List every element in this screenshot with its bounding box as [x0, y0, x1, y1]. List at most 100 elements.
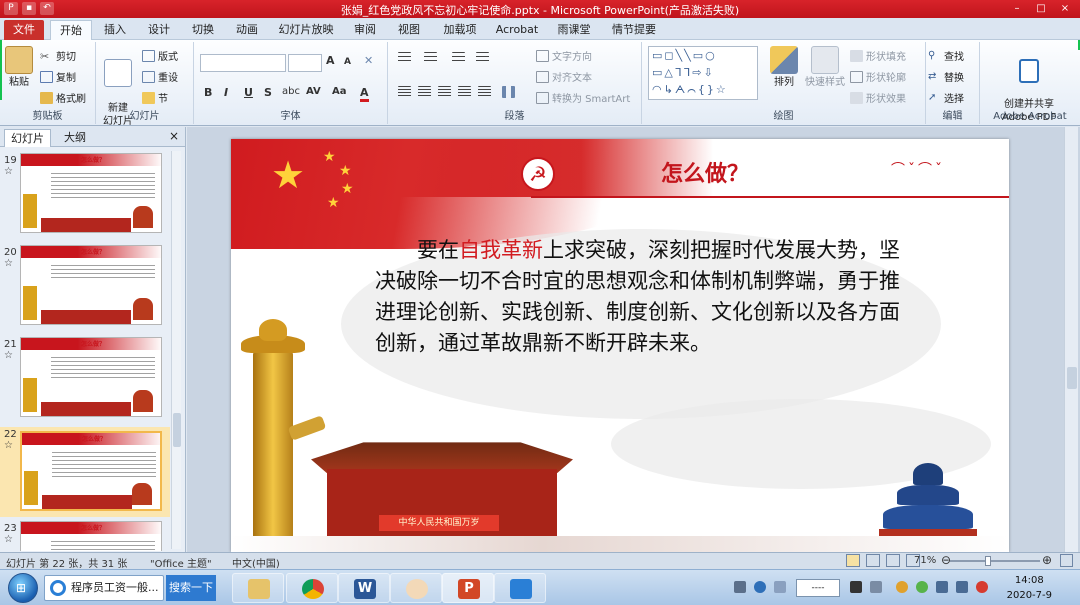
align-text-button[interactable]: 对齐文本: [536, 69, 592, 84]
taskbar-meeting-app[interactable]: [494, 573, 546, 603]
columns-button[interactable]: [502, 86, 515, 98]
device-icon[interactable]: [850, 581, 862, 593]
quick-styles-button[interactable]: 快速样式: [802, 46, 848, 89]
layout-button[interactable]: 版式: [142, 48, 178, 63]
paste-button[interactable]: 粘贴: [4, 46, 34, 89]
slide-sorter-icon[interactable]: [866, 554, 880, 567]
clock[interactable]: 14:08 2020-7-9: [1007, 573, 1052, 603]
grow-font-button[interactable]: A: [326, 54, 335, 67]
line-spacing-button[interactable]: [476, 52, 489, 64]
close-icon[interactable]: ×: [169, 129, 179, 143]
input-indicator[interactable]: ----: [796, 579, 840, 597]
tab-insert[interactable]: 插入: [98, 20, 132, 40]
slide-thumbnail-selected[interactable]: 22 ☆ 怎么做？: [0, 427, 170, 517]
tab-animations[interactable]: 动画: [230, 20, 264, 40]
tab-outline[interactable]: 大纲: [58, 129, 92, 147]
clear-format-button[interactable]: ✕: [364, 54, 373, 67]
font-size-select[interactable]: [288, 54, 322, 72]
taskbar-user-app[interactable]: [390, 573, 442, 603]
font-color-button[interactable]: A: [360, 86, 369, 102]
find-button[interactable]: ⚲ 查找: [928, 48, 964, 64]
tab-review[interactable]: 审阅: [348, 20, 382, 40]
select-button[interactable]: ➚ 选择: [928, 90, 964, 106]
scrollbar-thumb[interactable]: [1067, 367, 1077, 389]
strikethrough-button[interactable]: S: [264, 86, 272, 99]
search-button[interactable]: 搜索一下: [166, 575, 216, 601]
bullets-button[interactable]: [398, 52, 411, 64]
volume-icon[interactable]: [956, 581, 968, 593]
bold-button[interactable]: B: [204, 86, 212, 99]
text-direction-button[interactable]: 文字方向: [536, 48, 592, 63]
shapes-gallery[interactable]: ▭◻╲╲▭○ ▭△ᒣᒣ⇨⇩ ◠↳ᗅ⌒{}☆: [648, 46, 758, 100]
slide-scrollbar[interactable]: [1064, 127, 1078, 552]
slide-thumbnail[interactable]: 23 ☆ 怎么做？: [0, 521, 170, 551]
align-left-button[interactable]: [398, 86, 411, 98]
tab-storyboarding[interactable]: 情节提要: [608, 20, 660, 40]
zoom-slider-handle[interactable]: [985, 556, 991, 566]
arrange-button[interactable]: 排列: [766, 46, 802, 89]
fit-to-window-icon[interactable]: [1060, 554, 1073, 567]
cut-button[interactable]: ✂ 剪切: [40, 48, 76, 64]
notification-icon[interactable]: [976, 581, 988, 593]
help-icon[interactable]: [754, 581, 766, 593]
underline-button[interactable]: U: [244, 86, 253, 99]
tab-acrobat[interactable]: Acrobat: [492, 20, 542, 40]
keyboard-icon[interactable]: [734, 581, 746, 593]
smartart-button[interactable]: 转换为 SmartArt: [536, 90, 630, 105]
distribute-button[interactable]: [478, 86, 491, 98]
monitor-icon[interactable]: [870, 581, 882, 593]
ie-search-box[interactable]: 程序员工资一般...: [44, 575, 164, 601]
shrink-font-button[interactable]: A: [344, 57, 351, 67]
taskbar-word[interactable]: W: [338, 573, 390, 603]
copy-button[interactable]: 复制: [40, 69, 76, 84]
shape-fill-button[interactable]: 形状填充: [850, 48, 906, 63]
slide-thumbnail[interactable]: 21 ☆ 怎么做？: [0, 337, 170, 425]
tab-slideshow[interactable]: 幻灯片放映: [276, 20, 336, 40]
normal-view-icon[interactable]: [846, 554, 860, 567]
reading-view-icon[interactable]: [886, 554, 900, 567]
slide-thumbnail[interactable]: 19 ☆ 怎么做？: [0, 153, 170, 241]
security-icon[interactable]: [916, 581, 928, 593]
align-right-button[interactable]: [438, 86, 451, 98]
slide-thumbnail[interactable]: 20 ☆ 怎么做？: [0, 245, 170, 333]
tab-transitions[interactable]: 切换: [186, 20, 220, 40]
tray-expand-icon[interactable]: [774, 581, 786, 593]
char-spacing-button[interactable]: AV: [306, 86, 321, 97]
zoom-in-icon[interactable]: ⊕: [1042, 553, 1052, 567]
shape-effects-button[interactable]: 形状效果: [850, 90, 906, 105]
tab-home[interactable]: 开始: [50, 20, 92, 40]
format-painter-button[interactable]: 格式刷: [40, 90, 86, 105]
tab-design[interactable]: 设计: [142, 20, 176, 40]
tab-addins[interactable]: 加载项: [438, 20, 482, 40]
tab-file[interactable]: 文件: [4, 20, 44, 40]
slides-pane-scrollbar[interactable]: [171, 151, 181, 549]
network-icon[interactable]: [936, 581, 948, 593]
slide-body-text[interactable]: 要在自我革新上求突破，深刻把握时代发展大势，坚决破除一切不合时宜的思想观念和体制…: [375, 235, 915, 359]
justify-button[interactable]: [458, 86, 471, 98]
align-center-button[interactable]: [418, 86, 431, 98]
italic-button[interactable]: I: [224, 86, 228, 99]
taskbar-chrome[interactable]: [286, 573, 338, 603]
maximize-icon[interactable]: □: [1030, 1, 1052, 16]
app-tray-icon[interactable]: [896, 581, 908, 593]
taskbar-powerpoint[interactable]: P: [442, 573, 494, 603]
taskbar-file-explorer[interactable]: [232, 573, 284, 603]
scrollbar-thumb[interactable]: [173, 413, 181, 447]
tab-slides[interactable]: 幻灯片: [4, 129, 51, 147]
font-name-select[interactable]: [200, 54, 286, 72]
zoom-level[interactable]: 71%: [914, 555, 936, 566]
decrease-indent-button[interactable]: [452, 52, 465, 64]
shape-outline-button[interactable]: 形状轮廓: [850, 69, 906, 84]
close-icon[interactable]: ×: [1054, 1, 1076, 16]
slide-title[interactable]: 怎么做？: [661, 156, 749, 188]
language-indicator[interactable]: 中文(中国): [232, 555, 280, 570]
tab-rain-classroom[interactable]: 雨课堂: [552, 20, 596, 40]
tab-view[interactable]: 视图: [392, 20, 426, 40]
numbering-button[interactable]: [424, 52, 437, 64]
section-button[interactable]: 节: [142, 90, 168, 105]
change-case-button[interactable]: Aa: [332, 86, 347, 97]
theme-name[interactable]: "Office 主题": [150, 555, 212, 570]
zoom-slider[interactable]: [950, 560, 1040, 562]
replace-button[interactable]: ⇄ 替换: [928, 69, 964, 85]
shadow-button[interactable]: abc: [282, 86, 300, 97]
